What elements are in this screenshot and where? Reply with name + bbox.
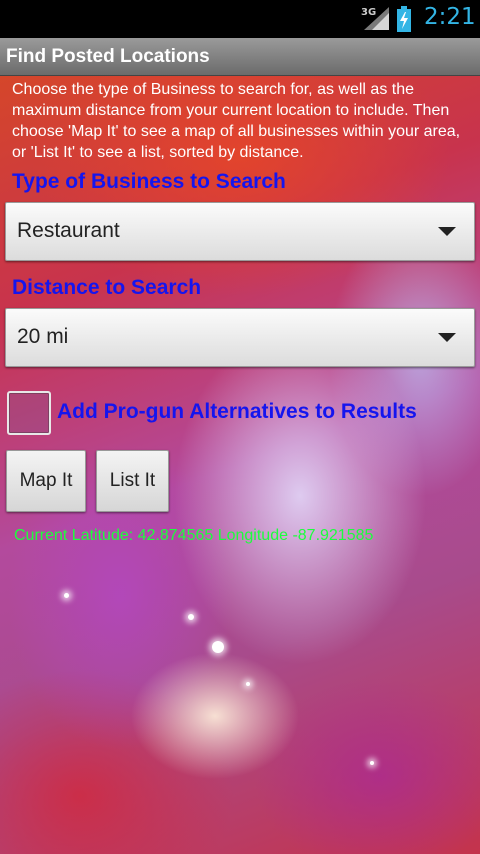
alternatives-label[interactable]: Add Pro-gun Alternatives to Results: [57, 400, 417, 424]
battery-charging-icon: [397, 6, 411, 32]
current-location-text: Current Latitude: 42.874565 Longitude -8…: [14, 527, 374, 544]
distance-value: 20 mi: [17, 325, 69, 348]
clock: 2:21: [424, 4, 476, 30]
star-glow: [370, 761, 374, 765]
app-title: Find Posted Locations: [6, 46, 210, 67]
distance-label: Distance to Search: [12, 276, 202, 299]
map-it-button[interactable]: Map It: [6, 450, 86, 512]
business-type-spinner[interactable]: Restaurant: [5, 202, 475, 261]
alternatives-checkbox[interactable]: [7, 391, 51, 435]
star-glow: [64, 593, 69, 598]
distance-spinner[interactable]: 20 mi: [5, 308, 475, 367]
star-glow: [246, 682, 250, 686]
status-bar: 3G 2:21: [0, 0, 480, 38]
signal-icon: [364, 7, 389, 30]
instructions-text: Choose the type of Business to search fo…: [12, 81, 461, 161]
dropdown-arrow-icon: [438, 227, 456, 236]
star-glow: [188, 614, 194, 620]
business-type-value: Restaurant: [17, 219, 120, 242]
list-it-button[interactable]: List It: [96, 450, 169, 512]
star-glow: [212, 641, 224, 653]
dropdown-arrow-icon: [438, 333, 456, 342]
business-type-label: Type of Business to Search: [12, 170, 286, 193]
app-title-bar: Find Posted Locations: [0, 38, 480, 76]
